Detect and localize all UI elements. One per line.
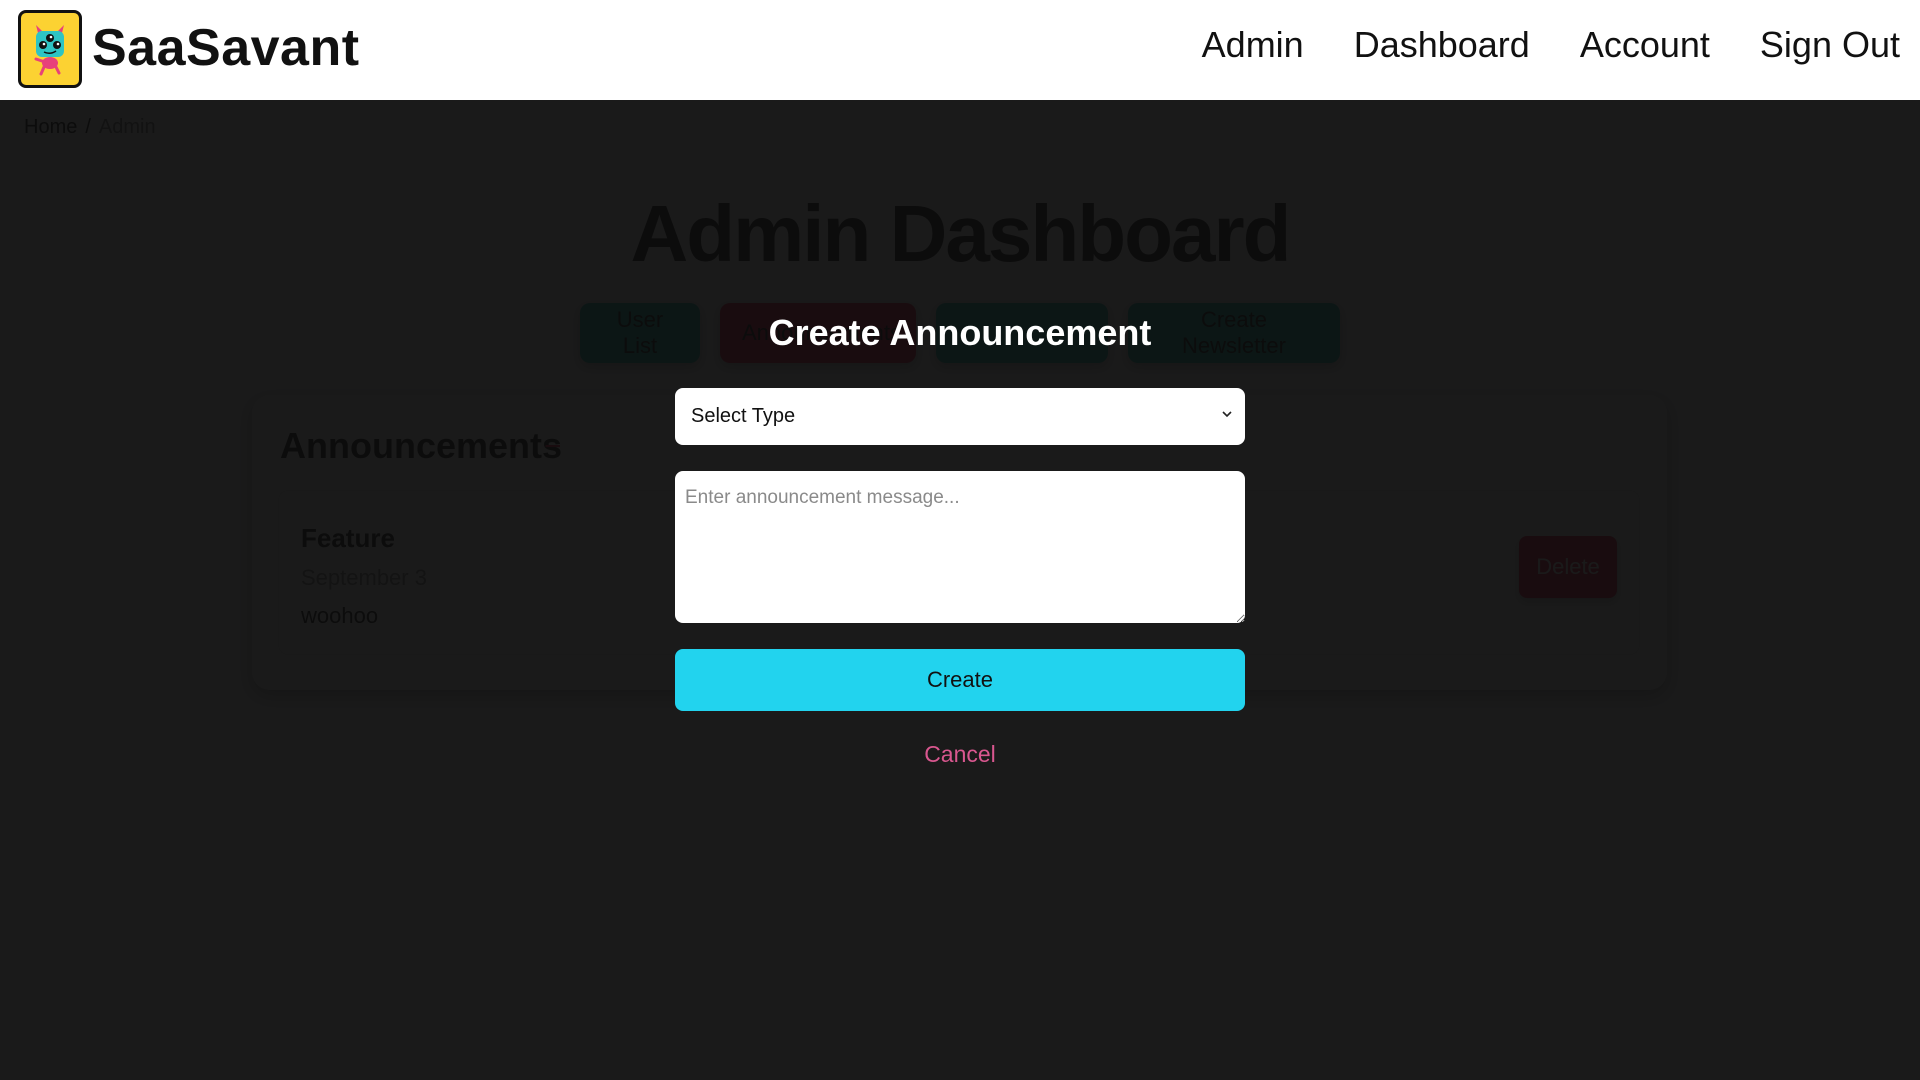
chevron-down-icon [1222, 411, 1232, 418]
announcement-message-input[interactable] [675, 471, 1245, 623]
modal-title: Create Announcement [768, 312, 1152, 353]
create-button[interactable]: Create [675, 649, 1245, 711]
monster-logo-icon[interactable] [18, 10, 82, 88]
nav-dashboard[interactable]: Dashboard [1354, 24, 1530, 66]
monster-logo-svg [34, 25, 64, 76]
cancel-button[interactable]: Cancel [675, 741, 1245, 768]
nav-account[interactable]: Account [1580, 24, 1710, 66]
type-select[interactable]: Select Type [675, 388, 1245, 445]
type-select-value: Select Type [691, 405, 796, 427]
top-navbar: SaaSavant Admin Dashboard Account Sign O… [0, 0, 1920, 100]
create-announcement-modal: Create Announcement Select Type Create C… [675, 100, 1245, 1080]
nav-admin[interactable]: Admin [1202, 24, 1304, 66]
brand-name[interactable]: SaaSavant [92, 18, 360, 78]
nav-sign-out[interactable]: Sign Out [1760, 24, 1900, 66]
main-nav: Admin Dashboard Account Sign Out [1202, 24, 1900, 66]
